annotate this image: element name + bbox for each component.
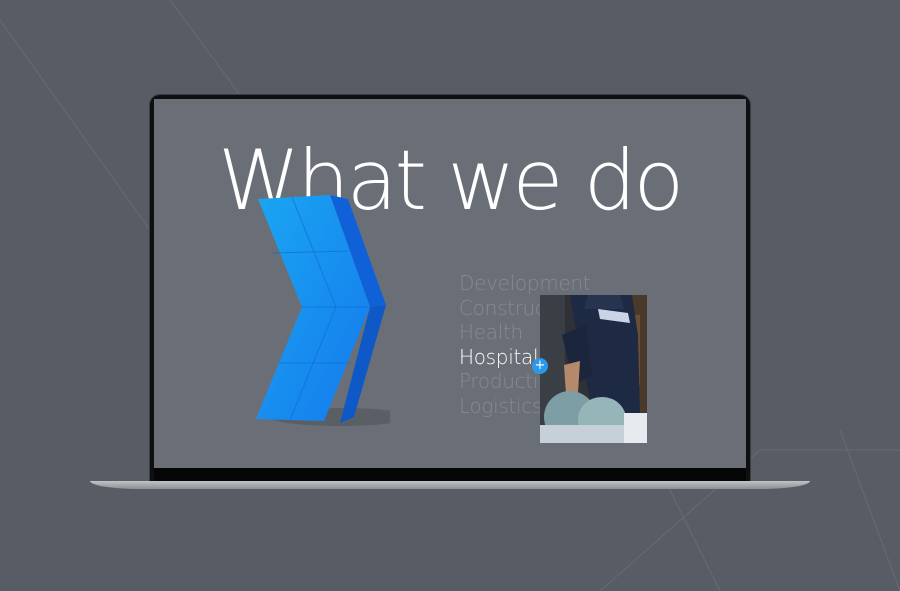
laptop-base xyxy=(90,481,810,489)
plus-icon[interactable]: + xyxy=(532,358,548,374)
chevron-arrow-icon xyxy=(256,195,390,426)
housekeeper-photo xyxy=(540,295,647,443)
hospitality-preview-image xyxy=(540,295,647,443)
laptop-bottom-bezel xyxy=(154,468,746,481)
service-item-development[interactable]: Development xyxy=(459,271,591,296)
laptop-screen: What we do Development Construction Heal… xyxy=(154,99,746,468)
